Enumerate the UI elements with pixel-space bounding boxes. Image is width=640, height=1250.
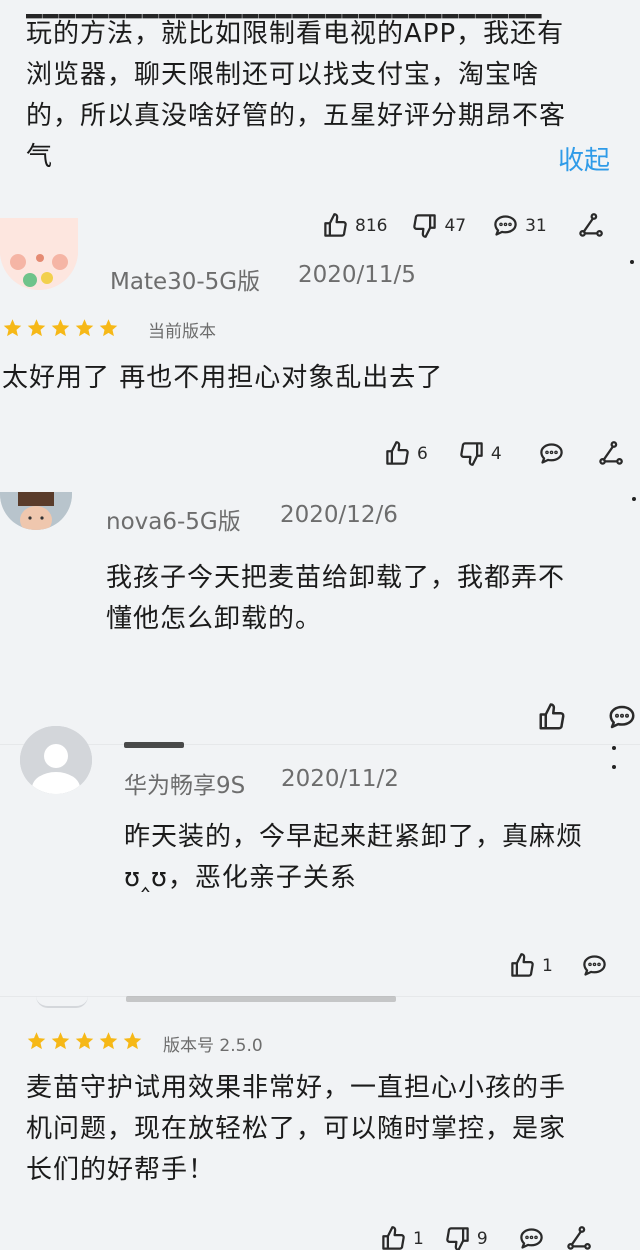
review2-version: 当前版本 (148, 322, 216, 342)
review3-line: 我孩子今天把麦苗给卸载了，我都弄不 (106, 563, 566, 593)
review1-share-button[interactable] (577, 212, 604, 239)
star-icon (99, 1032, 118, 1050)
review4-actions: 1 (509, 952, 608, 979)
review4-line: 昨天装的，今早起来赶紧卸了，真麻烦 (124, 822, 584, 852)
review1-dislike-count: 47 (444, 215, 467, 236)
review1-line: 玩的方法，就比如限制看电视的APP，我还有 (26, 19, 565, 49)
thumbs-down-icon (413, 214, 437, 238)
star-icon (51, 319, 70, 337)
star-icon (51, 1032, 70, 1050)
review2-more-icon[interactable] (630, 260, 634, 264)
review2-date: 2020/11/5 (298, 262, 416, 288)
share-icon (598, 441, 623, 465)
star-icon (27, 319, 46, 337)
review5-line: 麦苗守护试用效果非常好，一直担心小孩的手 (26, 1073, 567, 1103)
comment-icon (609, 705, 635, 729)
review5-cutoff-meta (126, 996, 396, 1002)
review5-dislike-button[interactable]: 9 (444, 1225, 488, 1250)
star-icon (123, 1032, 142, 1050)
review5-like-count: 1 (413, 1228, 424, 1249)
share-icon (578, 213, 603, 237)
star-icon (75, 1032, 94, 1050)
comment-icon (539, 443, 563, 464)
star-icon (3, 319, 22, 337)
review5-comment-button[interactable] (518, 1225, 545, 1250)
thumbs-down-icon (446, 1227, 469, 1250)
review2-share-button[interactable] (597, 440, 624, 467)
review4-line: ʊ‸ʊ，恶化亲子关系 (124, 863, 357, 893)
review4-comment-button[interactable] (581, 952, 608, 979)
review4-like-button[interactable]: 1 (509, 952, 553, 979)
review2-dislike-count: 4 (490, 443, 502, 464)
review-screen: ━━━━━━━━━━━━━━━━━━━━━━━━━━━━━━━ 玩的方法，就比如… (0, 0, 640, 1250)
review1-line: 的，所以真没啥好管的，五星好评分期昂不客 (26, 101, 567, 131)
thumbs-up-icon (539, 703, 565, 730)
review4-text: 昨天装的，今早起来赶紧卸了，真麻烦 ʊ‸ʊ，恶化亲子关系 (124, 817, 583, 899)
screenshot-seam (0, 744, 640, 745)
thumbs-up-icon (324, 213, 347, 237)
thumbs-down-icon (460, 442, 483, 466)
comment-icon (583, 955, 606, 976)
review4-more-icon-top[interactable] (612, 746, 616, 750)
review3-device: nova6-5G版 (106, 509, 241, 535)
review5-dislike-count: 9 (476, 1228, 488, 1249)
review3-actions (537, 702, 637, 732)
share-icon (566, 1226, 591, 1250)
review2-rating (2, 318, 122, 338)
review3-date: 2020/12/6 (280, 502, 398, 528)
review2-comment-button[interactable] (538, 440, 565, 467)
review1-dislike-button[interactable]: 47 (411, 212, 466, 239)
review3-line: 懂他怎么卸载的。 (106, 604, 323, 634)
review2-like-button[interactable]: 6 (384, 440, 428, 467)
review2-like-count: 6 (417, 443, 428, 464)
review1-actions: 816 47 31 (322, 212, 604, 239)
review5-rating (26, 1031, 146, 1051)
thumbs-up-icon (386, 441, 409, 465)
review4-device: 华为畅享9S (124, 773, 246, 799)
review1-line: 浏览器，聊天限制还可以找支付宝，淘宝啥 (26, 60, 540, 90)
review2-device: Mate30-5G版 (110, 269, 261, 295)
avatar-photo-icon (0, 492, 72, 530)
review1-like-count: 816 (355, 215, 388, 236)
review4-cutoff-name (124, 742, 184, 748)
review3-comment-button[interactable] (607, 702, 637, 732)
star-icon (27, 1032, 46, 1050)
review2-avatar[interactable] (0, 218, 78, 290)
review5-like-button[interactable]: 1 (380, 1225, 424, 1250)
review2-dislike-button[interactable]: 4 (458, 440, 502, 467)
review4-more-icon[interactable] (612, 765, 616, 769)
review2-actions: 6 4 (384, 440, 624, 467)
review1-comment-count: 31 (525, 215, 547, 236)
review4-like-count: 1 (542, 955, 553, 976)
collapse-link[interactable]: 收起 (558, 140, 610, 177)
review4-avatar[interactable] (20, 726, 92, 794)
review3-text: 我孩子今天把麦苗给卸载了，我都弄不 懂他怎么卸载的。 (106, 558, 565, 640)
review5-line: 长们的好帮手！ (26, 1155, 216, 1185)
review1-like-button[interactable]: 816 (322, 212, 387, 239)
thumbs-up-icon (511, 953, 534, 977)
star-icon (75, 319, 94, 337)
thumbs-up-icon (382, 1226, 405, 1250)
review2-text: 太好用了 再也不用担心对象乱出去了 (2, 363, 444, 393)
avatar-illustration-icon (0, 218, 78, 290)
review5-text: 麦苗守护试用效果非常好，一直担心小孩的手 机问题，现在放轻松了，可以随时掌控，是… (26, 1068, 566, 1191)
review5-cutoff-avatar (36, 996, 88, 1008)
review3-more-icon[interactable] (632, 497, 636, 501)
star-icon (99, 319, 118, 337)
review5-share-button[interactable] (565, 1225, 592, 1250)
review3-avatar[interactable] (0, 492, 72, 530)
review5-version: 版本号 2.5.0 (163, 1036, 263, 1056)
review4-date: 2020/11/2 (281, 766, 399, 792)
review1-line: 气 (26, 142, 54, 172)
review1-text: 玩的方法，就比如限制看电视的APP，我还有 浏览器，聊天限制还可以找支付宝，淘宝… (26, 14, 566, 178)
default-user-avatar-icon (20, 726, 92, 794)
review3-like-button[interactable] (537, 702, 567, 732)
review5-line: 机问题，现在放轻松了，可以随时掌控，是家 (26, 1114, 567, 1144)
review1-comment-button[interactable]: 31 (492, 212, 547, 239)
review5-actions: 1 9 (380, 1225, 592, 1250)
comment-icon (494, 215, 517, 236)
comment-icon (519, 1228, 543, 1249)
